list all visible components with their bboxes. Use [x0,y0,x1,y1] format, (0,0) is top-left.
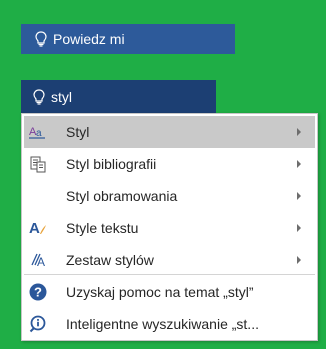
help-icon: ? [29,283,47,301]
lightbulb-icon [33,88,45,105]
submenu-arrow-icon [297,224,301,232]
tell-me-search-input[interactable]: styl [21,80,216,113]
menu-item-label: Uzyskaj pomoc na temat „styl” [66,284,254,300]
menu-item-styl[interactable]: A a Styl [24,116,315,148]
tell-me-box[interactable]: Powiedz mi [21,24,235,54]
tell-me-label: Powiedz mi [53,31,125,47]
svg-text:a: a [36,128,42,139]
menu-item-label: Inteligentne wyszukiwanie „st... [66,316,259,332]
menu-item-label: Styl [66,124,90,140]
submenu-arrow-icon [297,160,301,168]
menu-item-label: Style tekstu [66,220,139,236]
menu-item-styl-bibliografii[interactable]: Styl bibliografii [24,148,315,180]
menu-separator [24,274,315,275]
menu-item-label: Zestaw stylów [66,252,154,268]
smart-lookup-icon [29,315,47,333]
style-set-icon: A [29,251,47,269]
search-results-menu: A a Styl Styl bibliografii Styl obramowa… [21,113,318,341]
text-style-icon: A [29,219,47,237]
submenu-arrow-icon [297,128,301,136]
style-aa-icon: A a [29,123,47,141]
bibliography-icon [29,155,47,173]
menu-item-style-tekstu[interactable]: A Style tekstu [24,212,315,244]
menu-item-label: Styl obramowania [66,188,178,204]
lightbulb-icon [35,31,47,47]
menu-item-styl-obramowania[interactable]: Styl obramowania [24,180,315,212]
svg-text:?: ? [34,285,42,300]
menu-item-smart-lookup[interactable]: Inteligentne wyszukiwanie „st... [24,308,315,340]
menu-item-zestaw-stylow[interactable]: A Zestaw stylów [24,244,315,276]
submenu-arrow-icon [297,256,301,264]
search-query-text: styl [51,88,72,105]
screen: Powiedz mi styl A a Styl Styl bibliograf… [0,0,326,349]
submenu-arrow-icon [297,192,301,200]
svg-text:A: A [37,255,45,269]
menu-item-help[interactable]: ? Uzyskaj pomoc na temat „styl” [24,276,315,308]
svg-text:A: A [29,220,40,237]
menu-item-label: Styl bibliografii [66,156,157,172]
